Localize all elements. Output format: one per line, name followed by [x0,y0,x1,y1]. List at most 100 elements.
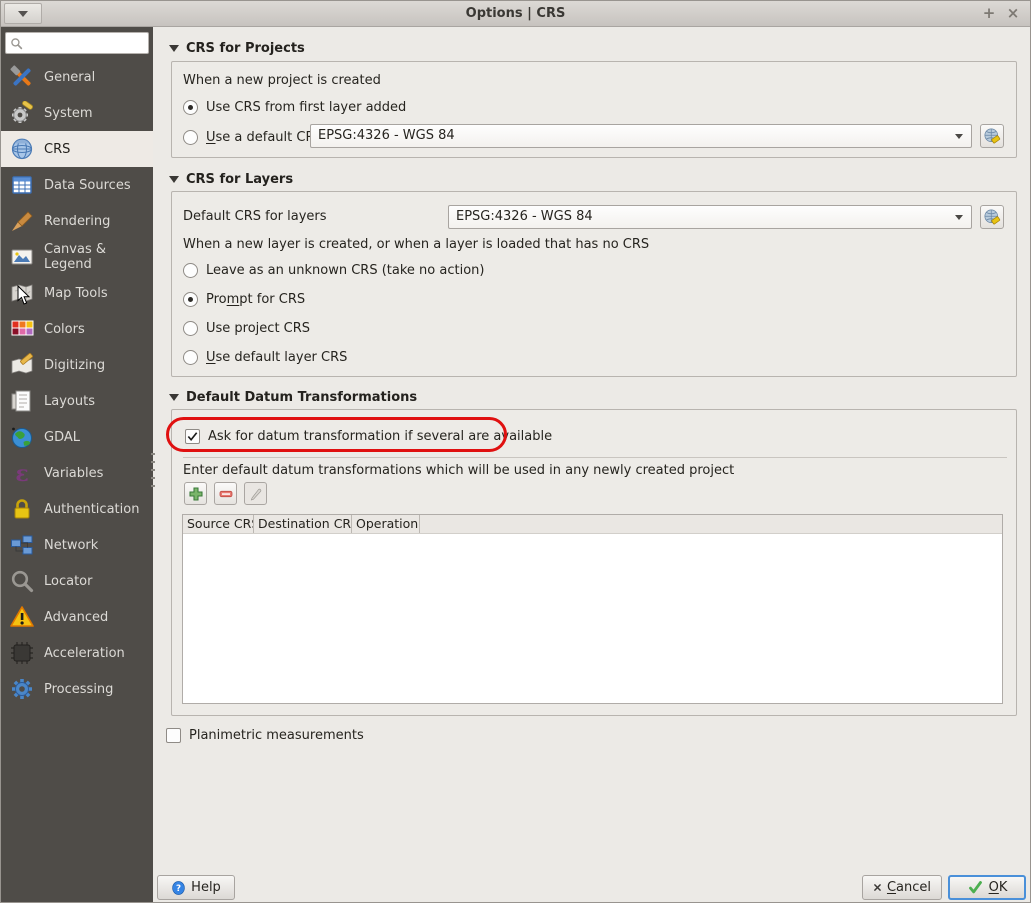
ok-button[interactable]: OK [948,875,1026,900]
section-header-datum-transformations[interactable]: Default Datum Transformations [169,387,417,407]
cancel-x-icon [873,882,882,893]
select-crs-button[interactable] [980,205,1004,229]
radio-use-default-crs[interactable]: Use a default CRS [183,128,323,146]
checkbox-label: Planimetric measurements [189,728,364,743]
sidebar-item-network[interactable]: Network [1,527,153,563]
sidebar-item-colors[interactable]: Colors [1,311,153,347]
table-column-header[interactable]: Operation [352,515,420,533]
sidebar-item-layouts[interactable]: Layouts [1,383,153,419]
sidebar-item-gdal[interactable]: GDAL [1,419,153,455]
default-crs-layers-combobox[interactable]: EPSG:4326 - WGS 84 [448,205,972,229]
when-project-created-label: When a new project is created [183,72,381,90]
data-sources-table-icon [10,173,34,197]
sidebar-item-general[interactable]: General [1,59,153,95]
close-button[interactable]: × [1000,1,1026,27]
combobox-value: EPSG:4326 - WGS 84 [456,209,593,224]
sidebar-item-variables[interactable]: ε Variables [1,455,153,491]
options-dialog: Options | CRS + × General System CRS Data S… [0,0,1031,903]
radio-label: Use default layer CRS [206,350,347,365]
sidebar-item-label: CRS [44,142,70,157]
sidebar-item-authentication[interactable]: Authentication [1,491,153,527]
svg-text:?: ? [176,884,181,894]
sidebar-item-processing[interactable]: Processing [1,671,153,707]
advanced-warning-icon [10,605,34,629]
sidebar-item-label: Rendering [44,214,110,229]
sidebar-item-label: Layouts [44,394,95,409]
sidebar-item-digitizing[interactable]: Digitizing [1,347,153,383]
window-title: Options | CRS [1,1,1030,27]
remove-transformation-button[interactable] [214,482,237,505]
svg-text:ε: ε [15,461,28,485]
sidebar-item-label: Authentication [44,502,139,517]
group-crs-for-layers: Default CRS for layers EPSG:4326 - WGS 8… [171,191,1017,377]
sidebar-item-label: GDAL [44,430,80,445]
map-tools-map-icon [10,281,34,305]
radio-button-icon [183,350,198,365]
add-transformation-button[interactable] [184,482,207,505]
radio-use-crs-first-layer[interactable]: Use CRS from first layer added [183,98,406,116]
group-crs-for-projects: When a new project is created Use CRS fr… [171,61,1017,158]
add-plus-icon [188,486,204,502]
sidebar-item-label: Network [44,538,98,553]
sidebar-item-acceleration[interactable]: Acceleration [1,635,153,671]
table-body[interactable] [183,534,1002,703]
radio-label: Prompt for CRS [206,292,305,307]
radio-use-project-crs[interactable]: Use project CRS [183,319,310,337]
sidebar-item-label: Advanced [44,610,108,625]
remove-minus-icon [218,486,234,502]
section-title: Default Datum Transformations [186,390,417,405]
sidebar-item-rendering[interactable]: Rendering [1,203,153,239]
search-input[interactable] [26,34,146,52]
radio-button-icon [183,130,198,145]
combobox-value: EPSG:4326 - WGS 84 [318,128,455,143]
sidebar-item-label: Digitizing [44,358,105,373]
section-title: CRS for Layers [186,172,293,187]
authentication-lock-icon [10,497,34,521]
sidebar-item-label: Variables [44,466,103,481]
section-header-crs-for-projects[interactable]: CRS for Projects [169,38,305,58]
canvas-legend-image-icon [10,245,34,269]
collapse-arrow-icon [169,45,179,52]
acceleration-chip-icon [10,641,34,665]
radio-leave-unknown-crs[interactable]: Leave as an unknown CRS (take no action) [183,261,484,279]
digitizing-pencil-icon [10,353,34,377]
sidebar-item-map-tools[interactable]: Map Tools [1,275,153,311]
ask-datum-transformation-checkbox[interactable]: Ask for datum transformation if several … [185,427,552,445]
sidebar-item-system[interactable]: System [1,95,153,131]
colors-swatches-icon [10,317,34,341]
sidebar-item-canvas-legend[interactable]: Canvas & Legend [1,239,153,275]
edit-transformation-button[interactable] [244,482,267,505]
table-column-header[interactable]: Destination CRS [254,515,352,533]
sidebar-item-crs[interactable]: CRS [1,131,153,167]
help-button[interactable]: ? Help [157,875,235,900]
select-crs-button[interactable] [980,124,1004,148]
sidebar-item-locator[interactable]: Locator [1,563,153,599]
planimetric-measurements-checkbox[interactable]: Planimetric measurements [166,726,364,744]
sidebar-item-label: Processing [44,682,113,697]
radio-button-icon [183,292,198,307]
sidebar-item-label: Colors [44,322,85,337]
system-gear-icon [10,101,34,125]
chevron-down-icon [955,134,963,139]
radio-prompt-for-crs[interactable]: Prompt for CRS [183,290,305,308]
collapse-arrow-icon [169,176,179,183]
sidebar-item-label: General [44,70,95,85]
table-column-header[interactable]: Source CRS [183,515,254,533]
crs-globe-icon [10,137,34,161]
sidebar-item-data-sources[interactable]: Data Sources [1,167,153,203]
section-header-crs-for-layers[interactable]: CRS for Layers [169,169,293,189]
sidebar-item-advanced[interactable]: Advanced [1,599,153,635]
help-question-icon: ? [171,880,186,896]
checkbox-label: Ask for datum transformation if several … [208,429,552,444]
cancel-button[interactable]: Cancel [862,875,942,900]
maximize-button[interactable]: + [976,1,1002,27]
check-mark-icon [186,430,199,443]
radio-label: Use CRS from first layer added [206,100,406,115]
button-label: OK [989,880,1008,895]
datum-transformations-table[interactable]: Source CRSDestination CRSOperation [182,514,1003,704]
variables-epsilon-icon: ε [10,461,34,485]
default-crs-project-combobox[interactable]: EPSG:4326 - WGS 84 [310,124,972,148]
sidebar-item-label: Canvas & Legend [44,242,153,272]
network-computers-icon [10,533,34,557]
radio-use-default-layer-crs[interactable]: Use default layer CRS [183,348,347,366]
